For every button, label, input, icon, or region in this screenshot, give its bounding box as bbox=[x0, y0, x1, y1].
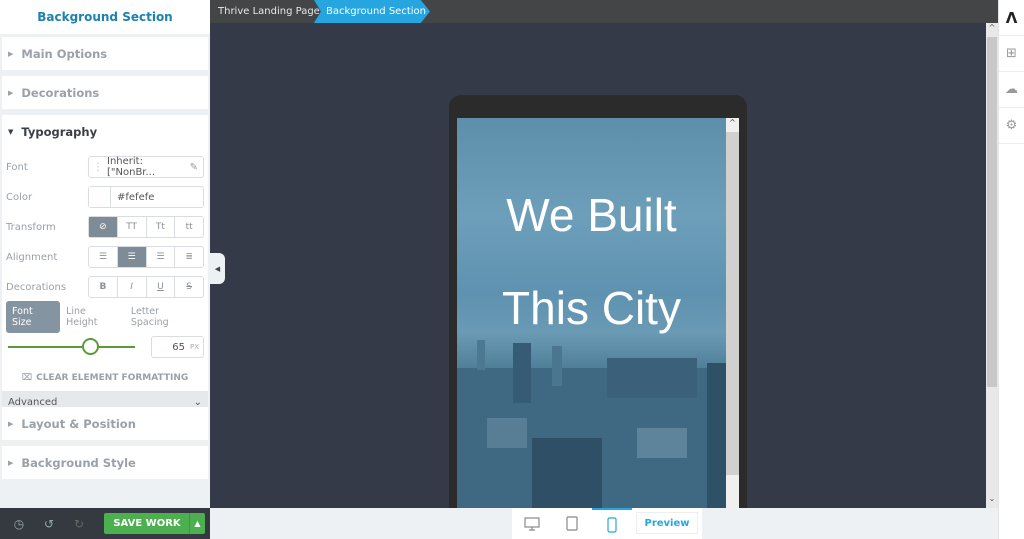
panel-label: Decorations bbox=[21, 85, 100, 100]
panel-label: Typography bbox=[21, 124, 98, 139]
color-swatch[interactable] bbox=[89, 187, 111, 207]
font-size-input[interactable]: 65 PX bbox=[150, 336, 204, 358]
panel-label: Background Style bbox=[21, 455, 136, 470]
save-options-button[interactable]: ▲ bbox=[189, 513, 205, 534]
save-work-button[interactable]: SAVE WORK bbox=[104, 513, 190, 534]
caret-right-icon: ▶ bbox=[8, 88, 14, 97]
caret-right-icon: ▶ bbox=[8, 419, 14, 428]
bottom-toolbar: ◷ ↺ ↻ SAVE WORK ▲ bbox=[0, 508, 210, 539]
canvas-scrollbar[interactable]: ^ ⌄ bbox=[986, 23, 998, 508]
clear-format-icon: ⌧ bbox=[21, 373, 33, 383]
decoration-options: B I U S bbox=[88, 276, 204, 298]
scroll-up-icon[interactable]: ^ bbox=[986, 23, 998, 35]
tablet-icon[interactable] bbox=[552, 508, 592, 539]
bold-button[interactable]: B bbox=[89, 277, 118, 297]
panel-layout-position[interactable]: ▶ Layout & Position bbox=[2, 407, 208, 440]
scrollbar-thumb[interactable] bbox=[987, 37, 997, 387]
font-label: Font bbox=[6, 161, 28, 173]
transform-label: Transform bbox=[6, 221, 56, 233]
color-field[interactable]: #fefefe bbox=[88, 186, 204, 208]
underline-button[interactable]: U bbox=[147, 277, 176, 297]
redo-icon[interactable]: ↻ bbox=[64, 517, 94, 531]
add-element-icon[interactable]: ⊞ bbox=[999, 36, 1024, 72]
thrive-logo-icon[interactable]: Λ bbox=[999, 0, 1024, 36]
color-label: Color bbox=[6, 191, 33, 203]
headline-line-2[interactable]: This City bbox=[457, 281, 726, 335]
caret-down-icon: ▼ bbox=[8, 127, 14, 136]
panel-decorations[interactable]: ▶ Decorations bbox=[2, 76, 208, 109]
transform-options: ⊘ TT Tt tt bbox=[88, 216, 204, 238]
font-size-slider[interactable] bbox=[8, 338, 135, 355]
caret-right-icon: ▶ bbox=[8, 458, 14, 467]
breadcrumb-item-active[interactable]: Background Section bbox=[314, 0, 430, 23]
headline-line-1[interactable]: We Built bbox=[457, 188, 726, 242]
panel-main-options[interactable]: ▶ Main Options bbox=[2, 37, 208, 70]
transform-uppercase-button[interactable]: TT bbox=[118, 217, 147, 237]
right-toolbar: Λ ⊞ ☁ ⚙ bbox=[998, 0, 1024, 539]
font-value: Inherit: ["NonBr... bbox=[107, 156, 156, 178]
gear-icon[interactable]: ⚙ bbox=[999, 108, 1024, 144]
color-value: #fefefe bbox=[117, 191, 155, 203]
caret-right-icon: ▶ bbox=[8, 49, 14, 58]
align-left-icon[interactable]: ☰ bbox=[89, 247, 118, 267]
collapse-sidebar-button[interactable]: ◀ bbox=[210, 253, 225, 284]
panel-label: Layout & Position bbox=[21, 416, 136, 431]
slider-handle[interactable] bbox=[82, 338, 99, 355]
history-icon[interactable]: ◷ bbox=[4, 517, 34, 531]
desktop-icon[interactable] bbox=[512, 508, 552, 539]
transform-none-button[interactable]: ⊘ bbox=[89, 217, 118, 237]
alignment-label: Alignment bbox=[6, 251, 58, 263]
typography-body: Font ⋮ Inherit: ["NonBr... ✎ Color #fefefe… bbox=[2, 148, 208, 413]
preview-button[interactable]: Preview bbox=[636, 512, 698, 534]
transform-capitalize-button[interactable]: Tt bbox=[147, 217, 176, 237]
device-scrollbar[interactable]: ^ bbox=[726, 118, 739, 508]
panel-label: Main Options bbox=[21, 46, 108, 61]
strikethrough-button[interactable]: S bbox=[175, 277, 203, 297]
panel-typography[interactable]: ▼ Typography bbox=[2, 115, 208, 148]
clear-formatting-button[interactable]: ⌧ CLEAR ELEMENT FORMATTING bbox=[6, 365, 204, 391]
clear-label: CLEAR ELEMENT FORMATTING bbox=[36, 373, 189, 383]
size-tabs: Font Size Line Height Letter Spacing bbox=[6, 301, 204, 333]
sidebar: Background Section ▶ Main Options ▶ Decora… bbox=[0, 0, 210, 539]
italic-button[interactable]: I bbox=[118, 277, 147, 297]
align-right-icon[interactable]: ☰ bbox=[147, 247, 176, 267]
scroll-up-icon[interactable]: ^ bbox=[726, 118, 739, 132]
tab-font-size[interactable]: Font Size bbox=[6, 301, 61, 333]
chevron-down-icon: ⌄ bbox=[193, 396, 202, 408]
align-justify-icon[interactable]: ≣ bbox=[175, 247, 203, 267]
pencil-icon[interactable]: ✎ bbox=[190, 162, 198, 173]
alignment-options: ☰ ☰ ☰ ≣ bbox=[88, 246, 204, 268]
font-select[interactable]: ⋮ Inherit: ["NonBr... ✎ bbox=[88, 156, 204, 178]
background-section[interactable]: We Built This City bbox=[457, 118, 726, 508]
breadcrumb-item[interactable]: Thrive Landing Page bbox=[218, 0, 320, 23]
unit-label: PX bbox=[189, 343, 199, 351]
font-size-value: 65 bbox=[172, 341, 185, 353]
city-skyline-image bbox=[457, 340, 726, 508]
scroll-down-icon[interactable]: ⌄ bbox=[986, 494, 998, 506]
mobile-icon[interactable] bbox=[592, 508, 632, 539]
cloud-download-icon[interactable]: ☁ bbox=[999, 72, 1024, 108]
breadcrumb: Thrive Landing Page Background Section bbox=[210, 0, 998, 23]
advanced-label: Advanced bbox=[8, 396, 58, 408]
undo-icon[interactable]: ↺ bbox=[34, 517, 64, 531]
decorations-label: Decorations bbox=[6, 281, 67, 293]
tab-line-height[interactable]: Line Height bbox=[60, 301, 125, 333]
sidebar-title: Background Section bbox=[0, 0, 210, 34]
panel-background-style[interactable]: ▶ Background Style bbox=[2, 446, 208, 479]
tab-letter-spacing[interactable]: Letter Spacing bbox=[125, 301, 204, 333]
transform-lowercase-button[interactable]: tt bbox=[175, 217, 203, 237]
align-center-icon[interactable]: ☰ bbox=[117, 247, 147, 267]
